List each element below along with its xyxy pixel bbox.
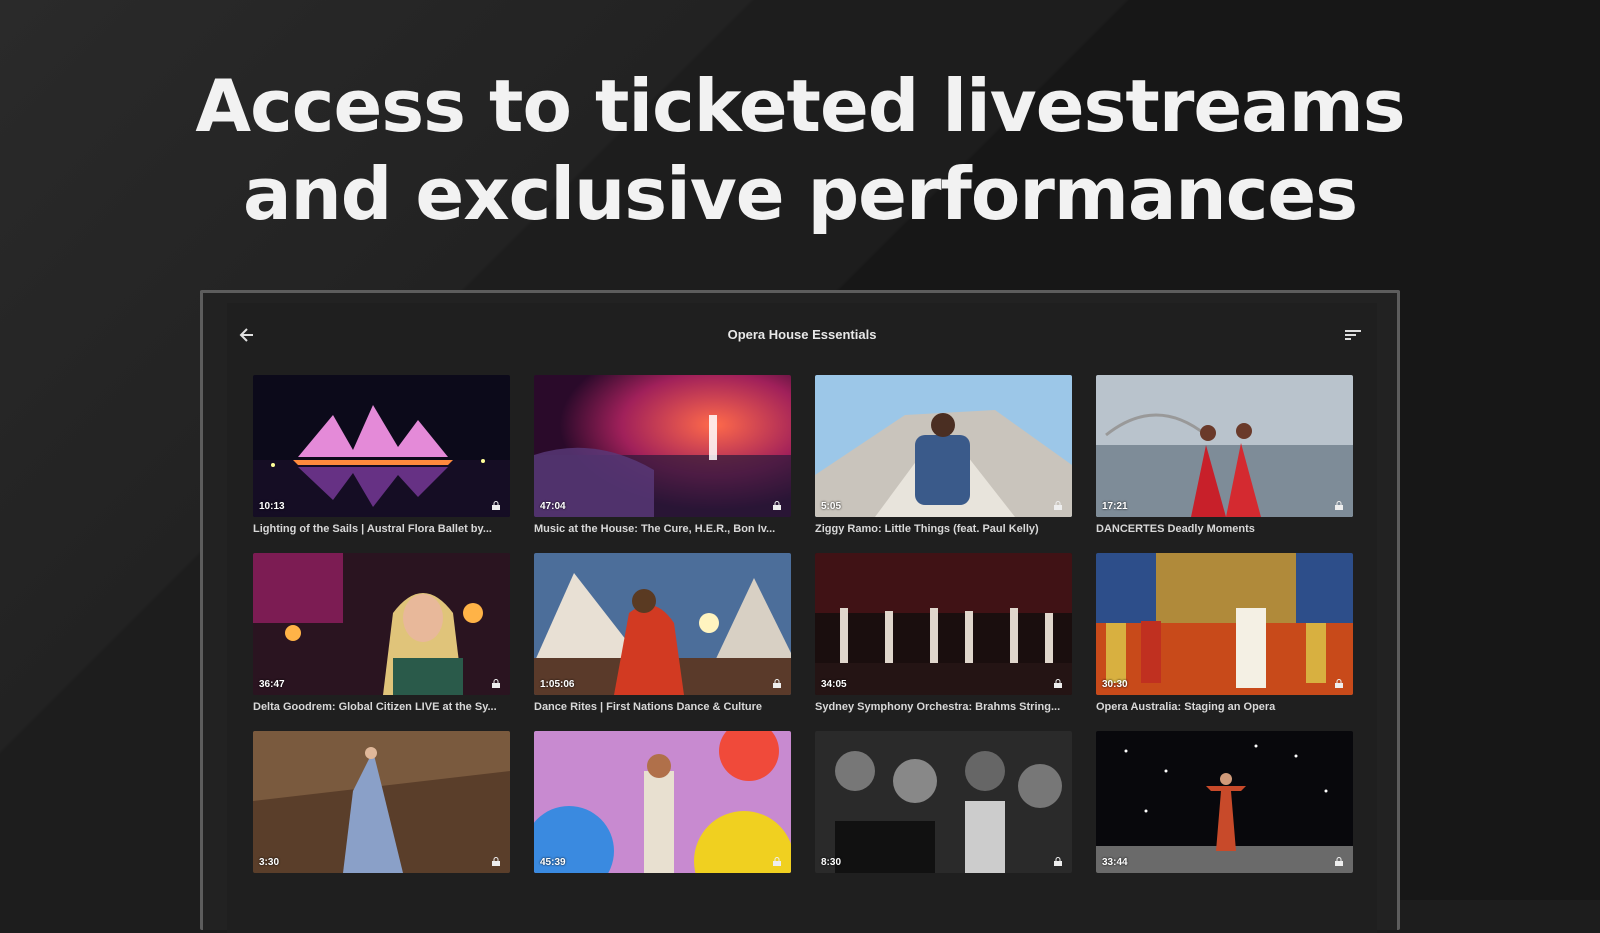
video-title: Opera Australia: Staging an Opera bbox=[1096, 701, 1276, 713]
lock-icon bbox=[773, 501, 781, 510]
video-duration: 5:05 bbox=[821, 501, 842, 512]
lock-icon bbox=[1054, 501, 1062, 510]
video-card[interactable]: 5:05 Ziggy Ramo: Little Things (feat. Pa… bbox=[815, 375, 1072, 535]
video-title: Music at the House: The Cure, H.E.R., Bo… bbox=[534, 523, 776, 535]
headline-line-1: Access to ticketed livestreams bbox=[195, 64, 1405, 148]
video-duration: 33:44 bbox=[1102, 857, 1128, 868]
video-card[interactable]: 33:44 bbox=[1096, 731, 1353, 879]
video-thumbnail: 5:05 bbox=[815, 375, 1072, 517]
video-duration: 8:30 bbox=[821, 857, 842, 868]
video-card[interactable]: 1:05:06 Dance Rites | First Nations Danc… bbox=[534, 553, 791, 713]
video-title: DANCERTES Deadly Moments bbox=[1096, 523, 1255, 535]
video-thumbnail: 36:47 bbox=[253, 553, 510, 695]
video-title: Ziggy Ramo: Little Things (feat. Paul Ke… bbox=[815, 523, 1039, 535]
video-title: Sydney Symphony Orchestra: Brahms String… bbox=[815, 701, 1061, 713]
tablet-frame: Opera House Essentials 10:13 Lighting of… bbox=[200, 290, 1400, 933]
video-duration: 17:21 bbox=[1102, 501, 1128, 512]
lock-icon bbox=[773, 679, 781, 688]
lock-icon bbox=[492, 857, 500, 866]
video-thumbnail: 8:30 bbox=[815, 731, 1072, 873]
video-card[interactable]: 17:21 DANCERTES Deadly Moments bbox=[1096, 375, 1353, 535]
video-thumbnail: 1:05:06 bbox=[534, 553, 791, 695]
video-card[interactable]: 34:05 Sydney Symphony Orchestra: Brahms … bbox=[815, 553, 1072, 713]
page-title: Opera House Essentials bbox=[727, 327, 877, 342]
video-thumbnail: 3:30 bbox=[253, 731, 510, 873]
video-duration: 47:04 bbox=[540, 501, 566, 512]
video-thumbnail: 47:04 bbox=[534, 375, 791, 517]
video-duration: 1:05:06 bbox=[540, 679, 575, 690]
lock-icon bbox=[1054, 857, 1062, 866]
video-duration: 36:47 bbox=[259, 679, 285, 690]
lock-icon bbox=[492, 679, 500, 688]
video-card[interactable]: 3:30 bbox=[253, 731, 510, 879]
video-thumbnail: 33:44 bbox=[1096, 731, 1353, 873]
headline-line-2: and exclusive performances bbox=[242, 152, 1358, 236]
video-card[interactable]: 47:04 Music at the House: The Cure, H.E.… bbox=[534, 375, 791, 535]
lock-icon bbox=[492, 501, 500, 510]
video-duration: 3:30 bbox=[259, 857, 280, 868]
lock-icon bbox=[1054, 679, 1062, 688]
video-duration: 10:13 bbox=[259, 501, 285, 512]
video-title: Dance Rites | First Nations Dance & Cult… bbox=[534, 701, 763, 713]
lock-icon bbox=[773, 857, 781, 866]
video-thumbnail: 30:30 bbox=[1096, 553, 1353, 695]
sort-icon[interactable] bbox=[1343, 327, 1363, 343]
lock-icon bbox=[1335, 679, 1343, 688]
video-card[interactable]: 36:47 Delta Goodrem: Global Citizen LIVE… bbox=[253, 553, 510, 713]
video-card[interactable]: 8:30 bbox=[815, 731, 1072, 879]
video-card[interactable]: 30:30 Opera Australia: Staging an Opera bbox=[1096, 553, 1353, 713]
video-duration: 34:05 bbox=[821, 679, 847, 690]
headline: Access to ticketed livestreams and exclu… bbox=[0, 62, 1600, 238]
video-thumbnail: 10:13 bbox=[253, 375, 510, 517]
video-duration: 30:30 bbox=[1102, 679, 1128, 690]
video-thumbnail: 34:05 bbox=[815, 553, 1072, 695]
video-card[interactable]: 45:39 bbox=[534, 731, 791, 879]
app-bar: Opera House Essentials bbox=[227, 303, 1377, 363]
video-title: Lighting of the Sails | Austral Flora Ba… bbox=[253, 523, 492, 535]
lock-icon bbox=[1335, 857, 1343, 866]
video-card[interactable]: 10:13 Lighting of the Sails | Austral Fl… bbox=[253, 375, 510, 535]
app-screen: Opera House Essentials 10:13 Lighting of… bbox=[227, 303, 1377, 933]
video-duration: 45:39 bbox=[540, 857, 566, 868]
lock-icon bbox=[1335, 501, 1343, 510]
video-title: Delta Goodrem: Global Citizen LIVE at th… bbox=[253, 701, 497, 713]
video-thumbnail: 45:39 bbox=[534, 731, 791, 873]
video-thumbnail: 17:21 bbox=[1096, 375, 1353, 517]
video-grid: 10:13 Lighting of the Sails | Austral Fl… bbox=[253, 375, 1353, 879]
